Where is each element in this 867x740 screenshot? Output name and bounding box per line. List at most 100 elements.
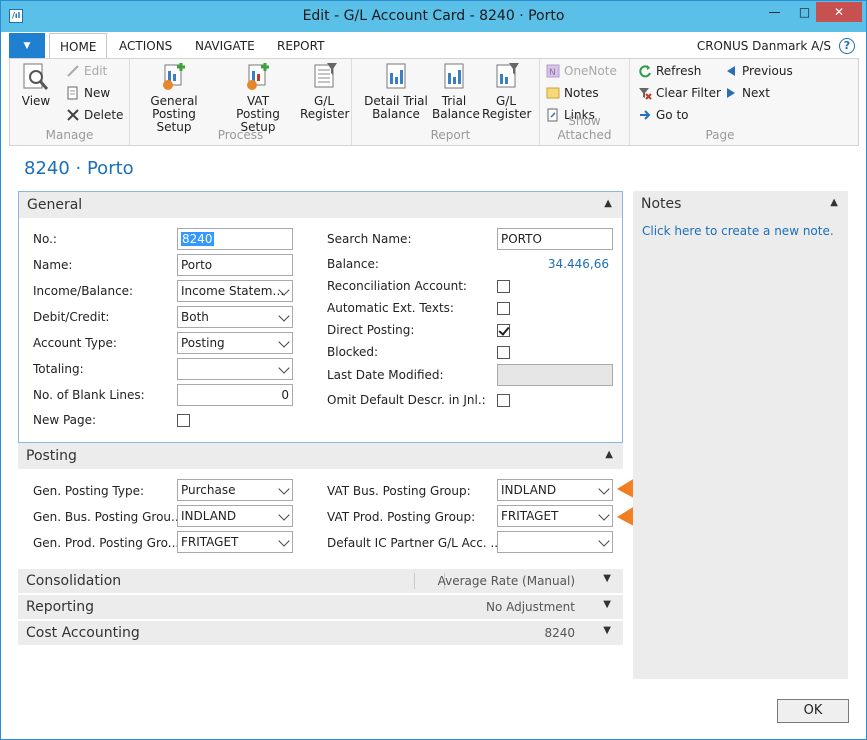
clear-filter-button[interactable]: Clear Filter bbox=[636, 83, 721, 103]
tab-report[interactable]: REPORT bbox=[267, 33, 334, 59]
vat-bus-posting-label: VAT Bus. Posting Group: bbox=[327, 484, 471, 498]
income-balance-select[interactable]: Income Statem… bbox=[177, 280, 293, 302]
default-ic-partner-select[interactable] bbox=[497, 531, 613, 553]
window: /ıl Edit - G/L Account Card - 8240 · Por… bbox=[0, 0, 867, 740]
close-button[interactable]: ✕ bbox=[816, 2, 862, 22]
vat-prod-posting-select[interactable]: FRITAGET bbox=[497, 505, 613, 527]
general-fasttab-header[interactable]: General ▲ bbox=[19, 192, 622, 218]
account-type-label: Account Type: bbox=[33, 336, 117, 350]
posting-fasttab-header[interactable]: Posting ▲ bbox=[18, 443, 623, 469]
cost-accounting-label: Cost Accounting bbox=[26, 625, 140, 641]
view-label: View bbox=[21, 94, 51, 108]
tab-home[interactable]: HOME bbox=[49, 33, 108, 59]
general-posting-setup-button[interactable]: General Posting Setup bbox=[134, 61, 214, 134]
blank-lines-field[interactable]: 0 bbox=[177, 384, 293, 406]
tab-navigate[interactable]: NAVIGATE bbox=[185, 33, 265, 59]
vat-setup-icon bbox=[247, 63, 269, 90]
previous-button[interactable]: Previous bbox=[722, 61, 793, 81]
ribbon-group-process: General Posting Setup VAT Posting Setup bbox=[130, 59, 352, 145]
chevron-down-icon bbox=[598, 509, 610, 521]
chevron-down-icon bbox=[278, 535, 290, 547]
name-field[interactable]: Porto bbox=[177, 254, 293, 276]
chevron-down-icon bbox=[278, 509, 290, 521]
gl-register-button[interactable]: G/L Register bbox=[300, 61, 350, 121]
gen-posting-type-select[interactable]: Purchase bbox=[177, 479, 293, 501]
help-icon[interactable]: ? bbox=[839, 38, 855, 54]
tab-actions[interactable]: ACTIONS bbox=[109, 33, 182, 59]
blocked-label: Blocked: bbox=[327, 345, 379, 359]
note-icon bbox=[546, 87, 560, 99]
no-value: 8240 bbox=[181, 232, 214, 246]
new-document-icon bbox=[67, 86, 78, 100]
view-button[interactable]: View bbox=[16, 61, 56, 108]
trial-balance-line1: Trial bbox=[441, 94, 467, 108]
notes-button[interactable]: Notes bbox=[544, 83, 599, 103]
chevron-down-icon[interactable]: ▼ bbox=[603, 573, 611, 584]
omit-descr-checkbox[interactable] bbox=[497, 394, 510, 407]
ok-button[interactable]: OK bbox=[777, 699, 849, 723]
chevron-up-icon[interactable]: ▲ bbox=[605, 449, 613, 460]
go-to-button[interactable]: Go to bbox=[636, 105, 689, 125]
gen-bus-posting-select[interactable]: INDLAND bbox=[177, 505, 293, 527]
vat-bus-posting-select[interactable]: INDLAND bbox=[497, 479, 613, 501]
no-label: No.: bbox=[33, 232, 57, 246]
company-name[interactable]: CRONUS Danmark A/S bbox=[697, 33, 831, 59]
chevron-down-icon[interactable]: ▼ bbox=[603, 625, 611, 636]
gl-register-report-line2: Register bbox=[482, 107, 532, 121]
trial-balance-line2: Balance bbox=[432, 107, 480, 121]
refresh-icon bbox=[639, 65, 651, 78]
chevron-up-icon[interactable]: ▲ bbox=[830, 197, 838, 208]
notes-factbox: Notes ▲ Click here to create a new note. bbox=[633, 191, 848, 679]
minimize-button[interactable]: — bbox=[761, 2, 788, 22]
divider bbox=[414, 573, 415, 589]
income-balance-label: Income/Balance: bbox=[33, 284, 134, 298]
account-type-select[interactable]: Posting bbox=[177, 332, 293, 354]
balance-value[interactable]: 34.446,66 bbox=[519, 257, 609, 271]
gl-register-line2: Register bbox=[300, 107, 350, 121]
previous-label: Previous bbox=[742, 64, 793, 78]
new-page-checkbox[interactable] bbox=[177, 414, 190, 427]
gl-register-report-button[interactable]: G/L Register bbox=[482, 61, 532, 121]
onenote-button[interactable]: N OneNote bbox=[544, 61, 617, 81]
report-icon bbox=[386, 63, 406, 89]
chevron-up-icon[interactable]: ▲ bbox=[604, 198, 612, 209]
auto-ext-texts-checkbox[interactable] bbox=[497, 302, 510, 315]
reporting-fasttab[interactable]: Reporting No Adjustment ▼ bbox=[18, 595, 623, 619]
gen-prod-posting-select[interactable]: FRITAGET bbox=[177, 531, 293, 553]
cost-accounting-fasttab[interactable]: Cost Accounting 8240 ▼ bbox=[18, 621, 623, 645]
application-menu-button[interactable]: ▼ bbox=[9, 33, 45, 59]
chevron-down-icon[interactable]: ▼ bbox=[603, 599, 611, 610]
trial-balance-button[interactable]: Trial Balance bbox=[432, 61, 480, 121]
next-button[interactable]: Next bbox=[722, 83, 770, 103]
search-name-field[interactable]: PORTO bbox=[497, 228, 613, 250]
vat-posting-setup-button[interactable]: VAT Posting Setup bbox=[220, 61, 296, 134]
general-header-label: General bbox=[27, 197, 83, 213]
new-button[interactable]: New bbox=[64, 83, 110, 103]
debit-credit-select[interactable]: Both bbox=[177, 306, 293, 328]
totaling-label: Totaling: bbox=[33, 362, 84, 376]
totaling-field[interactable] bbox=[177, 358, 293, 380]
gen-bus-posting-label: Gen. Bus. Posting Grou... bbox=[33, 510, 183, 524]
vat-posting-setup-line1: VAT bbox=[246, 94, 270, 108]
blank-lines-label: No. of Blank Lines: bbox=[33, 388, 145, 402]
direct-posting-checkbox[interactable] bbox=[497, 324, 510, 337]
delete-label: Delete bbox=[84, 108, 124, 122]
notes-label: Notes bbox=[564, 86, 599, 100]
reconciliation-checkbox[interactable] bbox=[497, 280, 510, 293]
refresh-button[interactable]: Refresh bbox=[636, 61, 701, 81]
default-ic-partner-label: Default IC Partner G/L Acc. ... bbox=[327, 536, 502, 550]
maximize-button[interactable]: □ bbox=[791, 2, 818, 22]
create-note-link[interactable]: Click here to create a new note. bbox=[642, 224, 834, 238]
reporting-summary: No Adjustment bbox=[485, 600, 575, 614]
pencil-icon bbox=[67, 65, 79, 77]
edit-button[interactable]: Edit bbox=[64, 61, 107, 81]
last-modified-field bbox=[497, 364, 613, 386]
consolidation-fasttab[interactable]: Consolidation Average Rate (Manual) ▼ bbox=[18, 569, 623, 593]
blocked-checkbox[interactable] bbox=[497, 346, 510, 359]
detail-trial-balance-button[interactable]: Detail Trial Balance bbox=[364, 61, 428, 121]
delete-button[interactable]: Delete bbox=[64, 105, 123, 125]
vat-prod-posting-value: FRITAGET bbox=[501, 509, 559, 523]
gl-register-line1: G/L bbox=[313, 94, 335, 108]
chevron-down-icon bbox=[278, 310, 290, 322]
no-field[interactable]: 8240 bbox=[177, 228, 293, 250]
